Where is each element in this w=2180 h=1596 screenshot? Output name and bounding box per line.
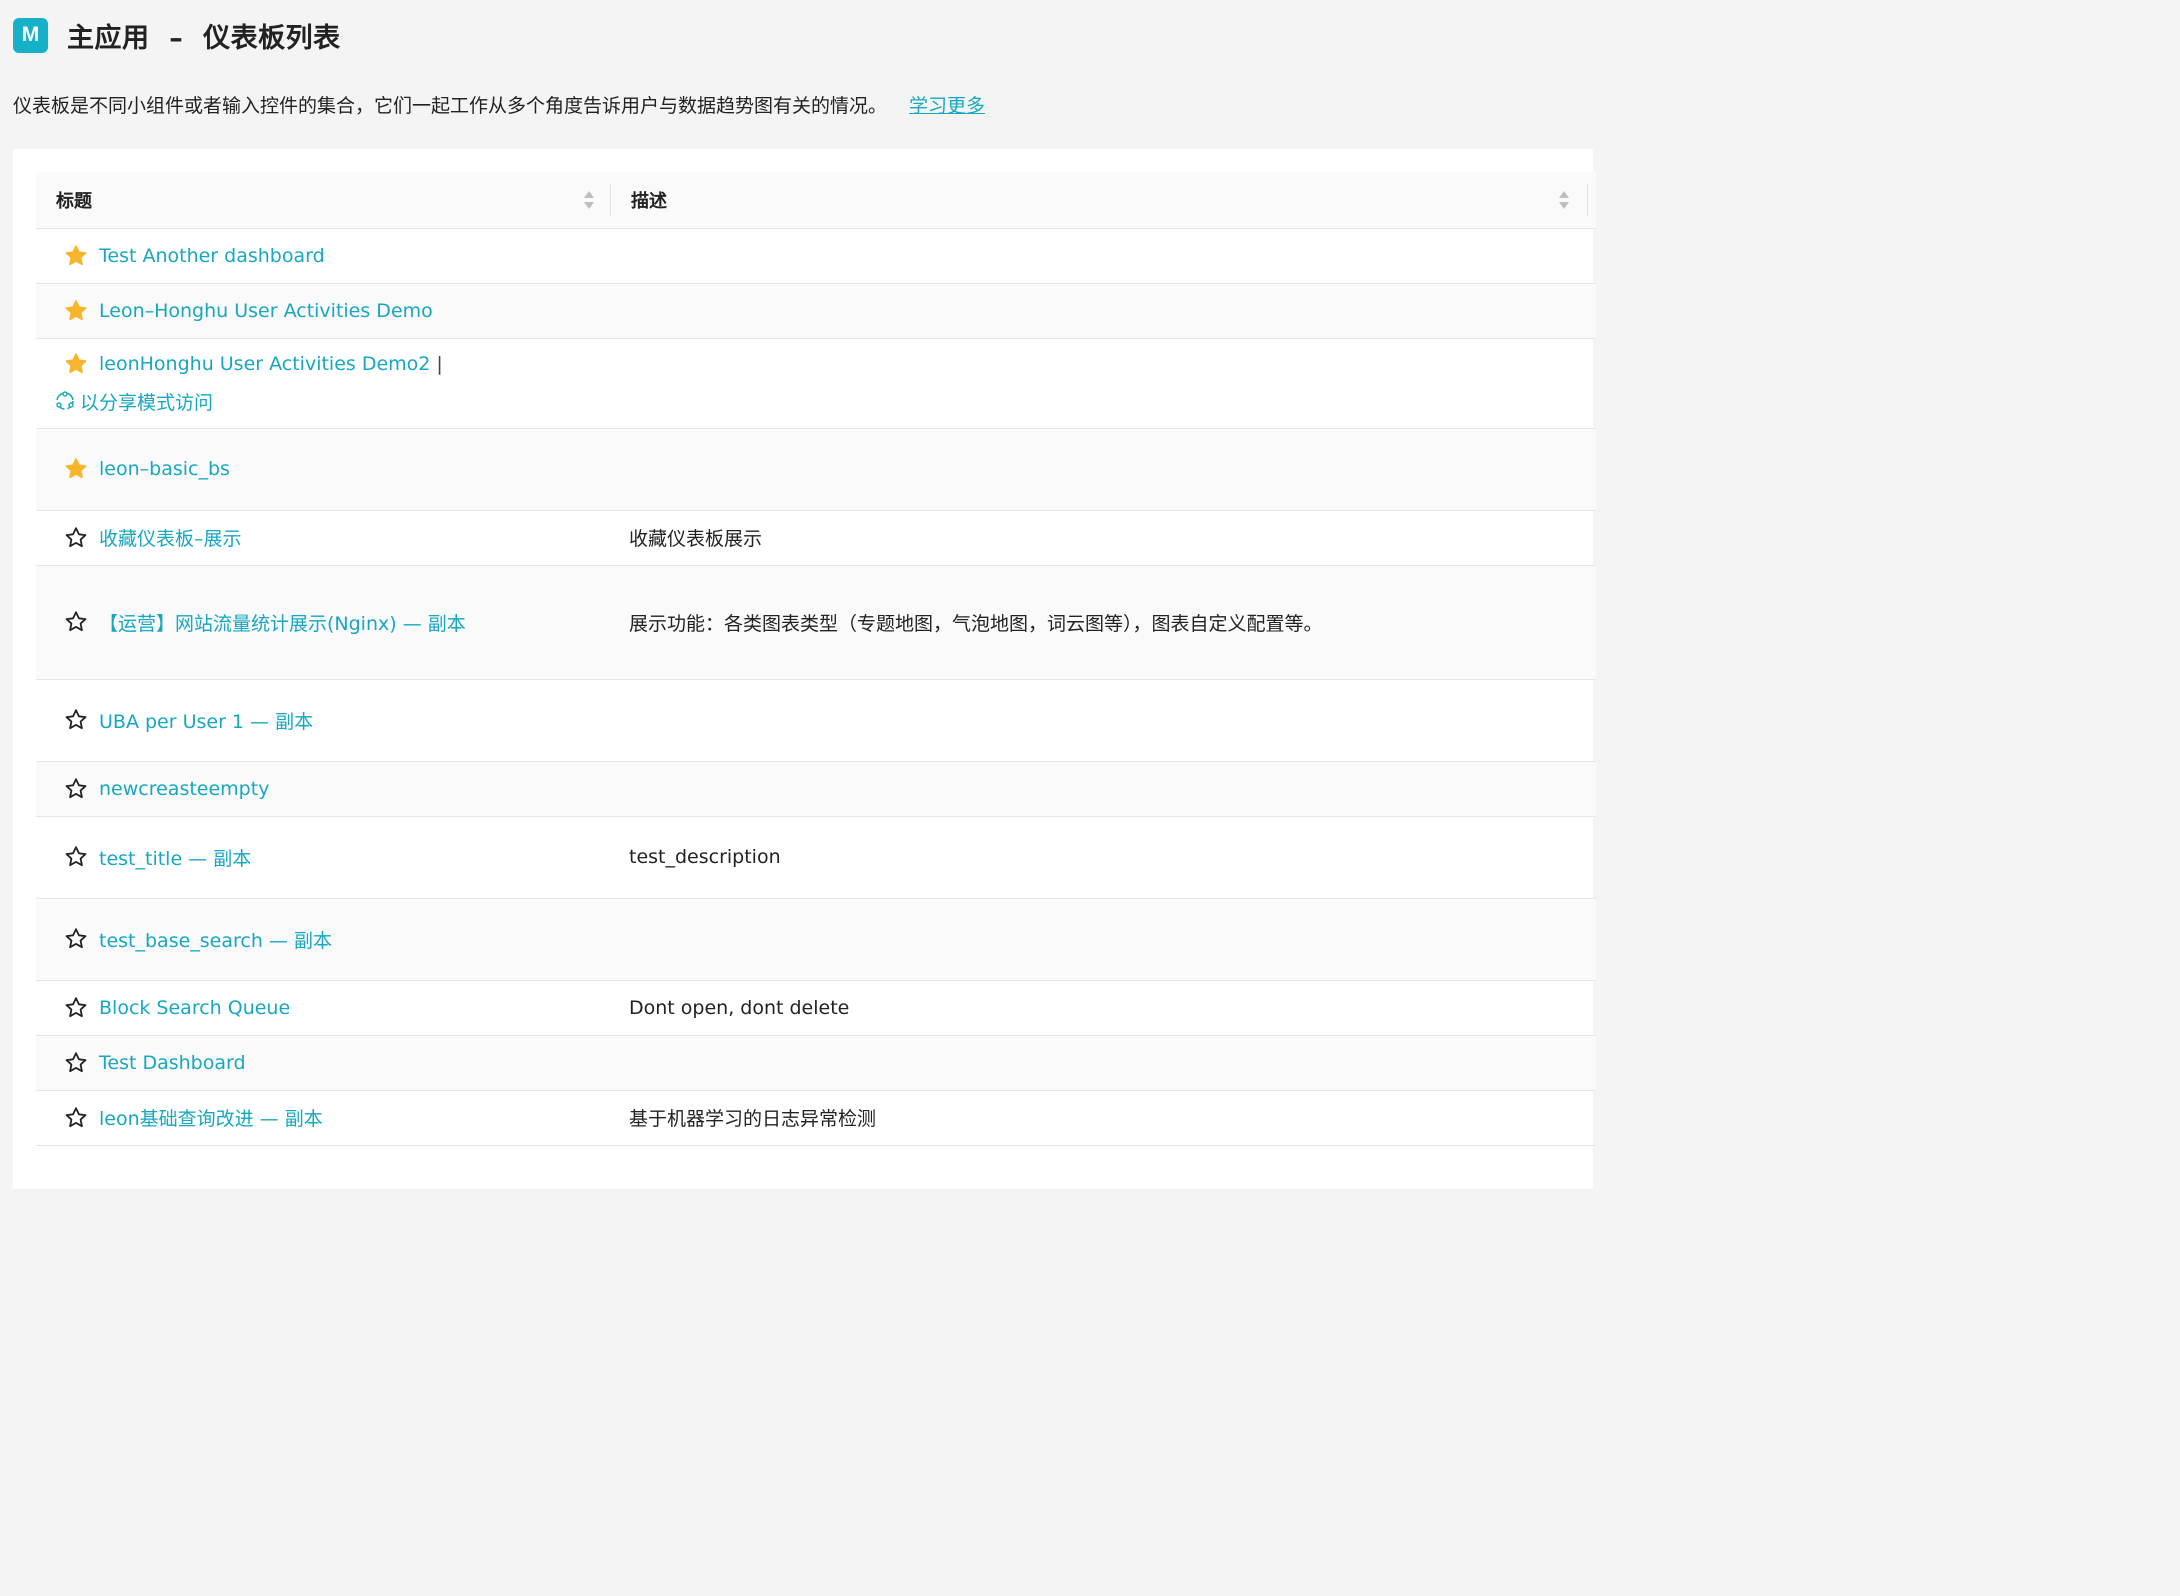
dashboard-title-link[interactable]: leon–basic_bs	[99, 458, 230, 480]
star-outline-icon[interactable]	[64, 708, 88, 732]
title-line: newcreasteempty	[64, 777, 611, 801]
title-cell: Test Dashboard	[36, 1035, 611, 1091]
title-cell: leon基础查询改进 — 副本	[36, 1090, 611, 1146]
table-row: Leon–Honghu User Activities Demo	[36, 283, 1596, 339]
sort-icon[interactable]	[1558, 190, 1570, 210]
star-outline-icon[interactable]	[64, 610, 88, 634]
title-cell: test_base_search — 副本	[36, 898, 611, 981]
table-row: test_base_search — 副本	[36, 898, 1596, 981]
title-cell: 【运营】网站流量统计展示(Nginx) — 副本	[36, 565, 611, 680]
title-line: leon–basic_bs	[64, 457, 611, 481]
title-cell: test_title — 副本	[36, 816, 611, 899]
column-divider	[1587, 184, 1588, 216]
title-line: Test Dashboard	[64, 1051, 611, 1075]
title-line: test_base_search — 副本	[64, 926, 611, 953]
dashboard-title-link[interactable]: Test Dashboard	[99, 1052, 246, 1074]
title-line: leonHonghu User Activities Demo2 |	[64, 352, 611, 376]
title-line: 收藏仪表板–展示	[64, 524, 611, 551]
dashboard-title-link[interactable]: Block Search Queue	[99, 997, 290, 1019]
dashboard-title-link[interactable]: newcreasteempty	[99, 778, 269, 800]
dashboard-title-link[interactable]: UBA per User 1 — 副本	[99, 707, 313, 734]
table-row: leon基础查询改进 — 副本 基于机器学习的日志异常检测	[36, 1090, 1596, 1146]
star-filled-icon[interactable]	[64, 299, 88, 323]
column-header-title-label: 标题	[56, 190, 92, 212]
star-filled-icon[interactable]	[64, 457, 88, 481]
star-outline-icon[interactable]	[64, 1051, 88, 1075]
dashboard-title-link[interactable]: test_title — 副本	[99, 844, 251, 871]
page-title: 主应用 – 仪表板列表	[67, 22, 341, 54]
table-row: 【运营】网站流量统计展示(Nginx) — 副本 展示功能：各类图表类型（专题地图…	[36, 565, 1596, 680]
table-row: Block Search Queue Dont open, dont delete	[36, 980, 1596, 1036]
title-cell: Block Search Queue	[36, 980, 611, 1036]
column-header-description-label: 描述	[631, 190, 667, 212]
description-cell	[611, 1035, 1596, 1091]
dashboard-title-link[interactable]: Test Another dashboard	[99, 245, 325, 267]
star-outline-icon[interactable]	[64, 927, 88, 951]
star-outline-icon[interactable]	[64, 845, 88, 869]
description-cell: test_description	[611, 816, 1596, 899]
table-row: newcreasteempty	[36, 761, 1596, 817]
table-row: UBA per User 1 — 副本	[36, 679, 1596, 762]
table-row: Test Another dashboard	[36, 228, 1596, 284]
description-cell	[611, 338, 1596, 429]
table-row: 收藏仪表板–展示 收藏仪表板展示	[36, 510, 1596, 566]
title-line: leon基础查询改进 — 副本	[64, 1104, 611, 1131]
intro-text: 仪表板是不同小组件或者输入控件的集合，它们一起工作从多个角度告诉用户与数据趋势图…	[13, 94, 888, 117]
dashboard-list-card: 标题 描述 Test Another dashboard Leon–Honghu…	[13, 149, 1596, 1189]
title-line: 【运营】网站流量统计展示(Nginx) — 副本	[64, 609, 611, 636]
star-outline-icon[interactable]	[64, 777, 88, 801]
description-cell: 收藏仪表板展示	[611, 510, 1596, 566]
table-row: Test Dashboard	[36, 1035, 1596, 1091]
description-cell	[611, 898, 1596, 981]
table-header-row: 标题 描述	[36, 172, 1596, 229]
sort-icon[interactable]	[583, 190, 595, 210]
table-row: test_title — 副本 test_description	[36, 816, 1596, 899]
title-line: UBA per User 1 — 副本	[64, 707, 611, 734]
title-line: Leon–Honghu User Activities Demo	[64, 299, 611, 323]
table-row: leon–basic_bs	[36, 428, 1596, 511]
share-mode-label: 以分享模式访问	[80, 391, 214, 414]
star-outline-icon[interactable]	[64, 996, 88, 1020]
dashboard-title-link[interactable]: Leon–Honghu User Activities Demo	[99, 300, 433, 322]
dashboard-title-link[interactable]: 收藏仪表板–展示	[99, 524, 242, 551]
table-body: Test Another dashboard Leon–Honghu User A…	[36, 228, 1596, 1146]
dashboard-title-link[interactable]: test_base_search — 副本	[99, 926, 332, 953]
title-line: Test Another dashboard	[64, 244, 611, 268]
title-cell: Leon–Honghu User Activities Demo	[36, 283, 611, 339]
dashboard-title-link[interactable]: leon基础查询改进 — 副本	[99, 1104, 323, 1131]
column-header-title[interactable]: 标题	[36, 172, 611, 229]
title-cell: Test Another dashboard	[36, 228, 611, 284]
description-cell: 展示功能：各类图表类型（专题地图，气泡地图，词云图等），图表自定义配置等。	[611, 565, 1596, 680]
description-cell	[611, 228, 1596, 284]
share-mode-link[interactable]: 以分享模式访问	[54, 388, 611, 415]
table-row: leonHonghu User Activities Demo2 | 以分享模式访问	[36, 338, 1596, 429]
title-cell: leonHonghu User Activities Demo2 | 以分享模式访问	[36, 338, 611, 429]
share-icon	[56, 391, 74, 410]
intro-description: 仪表板是不同小组件或者输入控件的集合，它们一起工作从多个角度告诉用户与数据趋势图…	[13, 90, 985, 118]
description-cell	[611, 283, 1596, 339]
title-cell: UBA per User 1 — 副本	[36, 679, 611, 762]
dashboard-table: 标题 描述 Test Another dashboard Leon–Honghu…	[36, 172, 1596, 1146]
title-line: Block Search Queue	[64, 996, 611, 1020]
app-badge: M	[13, 17, 48, 53]
title-cell: newcreasteempty	[36, 761, 611, 817]
learn-more-link[interactable]: 学习更多	[909, 91, 985, 118]
description-cell: Dont open, dont delete	[611, 980, 1596, 1036]
description-cell	[611, 679, 1596, 762]
description-cell	[611, 428, 1596, 511]
title-separator: |	[436, 352, 443, 375]
title-line: test_title — 副本	[64, 844, 611, 871]
column-header-description[interactable]: 描述	[611, 172, 1596, 229]
dashboard-title-link[interactable]: leonHonghu User Activities Demo2	[99, 353, 430, 375]
star-filled-icon[interactable]	[64, 352, 88, 376]
star-outline-icon[interactable]	[64, 1106, 88, 1130]
page-header: M 主应用 – 仪表板列表	[13, 16, 341, 54]
dashboard-title-link[interactable]: 【运营】网站流量统计展示(Nginx) — 副本	[99, 609, 466, 636]
description-cell: 基于机器学习的日志异常检测	[611, 1090, 1596, 1146]
description-cell	[611, 761, 1596, 817]
star-filled-icon[interactable]	[64, 244, 88, 268]
star-outline-icon[interactable]	[64, 526, 88, 550]
title-cell: 收藏仪表板–展示	[36, 510, 611, 566]
title-cell: leon–basic_bs	[36, 428, 611, 511]
